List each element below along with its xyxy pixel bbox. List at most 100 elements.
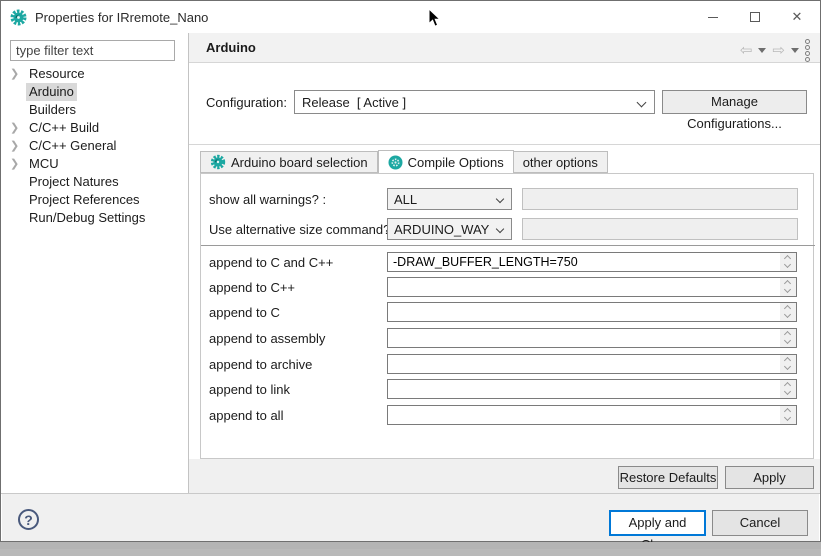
separator bbox=[189, 144, 820, 145]
background-behind-window bbox=[0, 542, 821, 549]
window-title: Properties for IRremote_Nano bbox=[35, 10, 208, 25]
size-command-row: Use alternative size command? : ARDUINO_… bbox=[201, 217, 813, 241]
dialog-button-bar: ? Apply and Close Cancel bbox=[2, 494, 819, 541]
maximize-button[interactable] bbox=[734, 1, 776, 33]
tab-bar: Arduino board selection Compile Options … bbox=[200, 151, 608, 174]
append-archive-field[interactable] bbox=[387, 354, 797, 374]
append-input[interactable] bbox=[388, 380, 780, 398]
append-assembly-field[interactable] bbox=[387, 328, 797, 348]
back-dropdown-icon[interactable] bbox=[758, 48, 766, 53]
manage-configurations-button[interactable]: Manage Configurations... bbox=[662, 90, 807, 114]
chevron-down-icon bbox=[496, 225, 504, 233]
append-input[interactable] bbox=[388, 355, 780, 373]
expand-chevron-icon[interactable]: ❯ bbox=[10, 119, 22, 137]
tree-item-cpp-build[interactable]: ❯ C/C++ Build bbox=[2, 119, 188, 137]
tree-item-builders[interactable]: Builders bbox=[2, 101, 188, 119]
properties-tree: ❯ Resource Arduino Builders ❯ C/C++ Buil… bbox=[2, 65, 188, 227]
scroll-spinner[interactable] bbox=[780, 406, 796, 424]
scroll-spinner[interactable] bbox=[780, 329, 796, 347]
warnings-select[interactable]: ALL bbox=[387, 188, 512, 210]
page-panel: Arduino ⇦ ⇨ Configuration: Release [ Act… bbox=[189, 33, 820, 493]
expand-chevron-icon[interactable]: ❯ bbox=[10, 65, 22, 83]
append-row: append to archive bbox=[201, 354, 813, 374]
cancel-button[interactable]: Cancel bbox=[712, 510, 808, 536]
size-command-value: ARDUINO_WAY bbox=[394, 222, 489, 237]
append-label: append to C and C++ bbox=[209, 255, 333, 270]
configuration-value: Release [ Active ] bbox=[302, 95, 406, 110]
restore-defaults-button[interactable]: Restore Defaults bbox=[618, 466, 718, 489]
tree-item-mcu[interactable]: ❯ MCU bbox=[2, 155, 188, 173]
configuration-select[interactable]: Release [ Active ] bbox=[294, 90, 655, 114]
append-label: append to assembly bbox=[209, 331, 325, 346]
forward-dropdown-icon[interactable] bbox=[791, 48, 799, 53]
tab-compile-options[interactable]: Compile Options bbox=[378, 150, 514, 173]
forward-icon[interactable]: ⇨ bbox=[772, 42, 785, 60]
append-c-and-cpp-field[interactable] bbox=[387, 252, 797, 272]
close-button[interactable]: ✕ bbox=[776, 1, 818, 33]
append-input[interactable] bbox=[388, 303, 780, 321]
tree-item-label[interactable]: Run/Debug Settings bbox=[26, 209, 148, 227]
append-input[interactable] bbox=[388, 253, 780, 271]
scroll-spinner[interactable] bbox=[780, 380, 796, 398]
tree-item-label[interactable]: C/C++ Build bbox=[26, 119, 102, 137]
tree-item-label[interactable]: Project Natures bbox=[26, 173, 122, 191]
separator bbox=[201, 245, 815, 246]
append-input[interactable] bbox=[388, 329, 780, 347]
tree-item-label[interactable]: Builders bbox=[26, 101, 79, 119]
tab-label[interactable]: other options bbox=[523, 155, 598, 170]
tree-item-cpp-general[interactable]: ❯ C/C++ General bbox=[2, 137, 188, 155]
warnings-extra-field bbox=[522, 188, 798, 210]
expand-chevron-icon[interactable]: ❯ bbox=[10, 137, 22, 155]
tree-item-label[interactable]: C/C++ General bbox=[26, 137, 119, 155]
tree-item-arduino[interactable]: Arduino bbox=[2, 83, 188, 101]
append-link-field[interactable] bbox=[387, 379, 797, 399]
configuration-row: Configuration: Release [ Active ] Manage… bbox=[189, 88, 820, 118]
tree-item-resource[interactable]: ❯ Resource bbox=[2, 65, 188, 83]
minimize-button[interactable] bbox=[692, 1, 734, 33]
tab-other-options[interactable]: other options bbox=[514, 151, 608, 173]
page-button-strip: Restore Defaults Apply bbox=[189, 459, 820, 493]
tree-item-label[interactable]: Project References bbox=[26, 191, 143, 209]
scroll-spinner[interactable] bbox=[780, 303, 796, 321]
properties-dialog: Properties for IRremote_Nano ✕ ❯ Resourc… bbox=[0, 0, 821, 542]
append-row: append to link bbox=[201, 379, 813, 399]
filter-input[interactable] bbox=[10, 40, 175, 61]
append-label: append to all bbox=[209, 408, 283, 423]
append-input[interactable] bbox=[388, 278, 780, 296]
tree-item-run-debug-settings[interactable]: Run/Debug Settings bbox=[2, 209, 188, 227]
size-command-extra-field bbox=[522, 218, 798, 240]
tree-item-label[interactable]: Resource bbox=[26, 65, 88, 83]
apply-button[interactable]: Apply bbox=[725, 466, 814, 489]
tree-item-project-natures[interactable]: Project Natures bbox=[2, 173, 188, 191]
tab-arduino-board-selection[interactable]: Arduino board selection bbox=[200, 151, 378, 173]
tree-item-project-references[interactable]: Project References bbox=[2, 191, 188, 209]
view-menu-icon[interactable] bbox=[805, 39, 810, 62]
expand-chevron-icon[interactable]: ❯ bbox=[10, 155, 22, 173]
compile-options-page: show all warnings? : ALL Use alternative… bbox=[200, 173, 814, 459]
warnings-label: show all warnings? : bbox=[209, 192, 326, 207]
properties-tree-panel: ❯ Resource Arduino Builders ❯ C/C++ Buil… bbox=[2, 33, 188, 493]
tab-label[interactable]: Arduino board selection bbox=[231, 155, 368, 170]
scroll-spinner[interactable] bbox=[780, 253, 796, 271]
back-icon[interactable]: ⇦ bbox=[740, 42, 753, 60]
tree-item-label[interactable]: MCU bbox=[26, 155, 62, 173]
append-cpp-field[interactable] bbox=[387, 277, 797, 297]
append-row: append to C bbox=[201, 302, 813, 322]
tree-item-label[interactable]: Arduino bbox=[26, 83, 77, 101]
title-bar[interactable]: Properties for IRremote_Nano ✕ bbox=[1, 1, 820, 33]
configuration-label: Configuration: bbox=[206, 95, 287, 110]
append-c-field[interactable] bbox=[387, 302, 797, 322]
append-input[interactable] bbox=[388, 406, 780, 424]
warnings-value: ALL bbox=[394, 192, 417, 207]
tab-label[interactable]: Compile Options bbox=[408, 155, 504, 170]
scroll-spinner[interactable] bbox=[780, 355, 796, 373]
append-all-field[interactable] bbox=[387, 405, 797, 425]
app-gear-icon bbox=[10, 9, 27, 26]
append-label: append to C bbox=[209, 305, 280, 320]
help-icon[interactable]: ? bbox=[18, 509, 39, 530]
apply-and-close-button[interactable]: Apply and Close bbox=[609, 510, 706, 536]
scroll-spinner[interactable] bbox=[780, 278, 796, 296]
append-label: append to link bbox=[209, 382, 290, 397]
size-command-select[interactable]: ARDUINO_WAY bbox=[387, 218, 512, 240]
append-label: append to archive bbox=[209, 357, 312, 372]
